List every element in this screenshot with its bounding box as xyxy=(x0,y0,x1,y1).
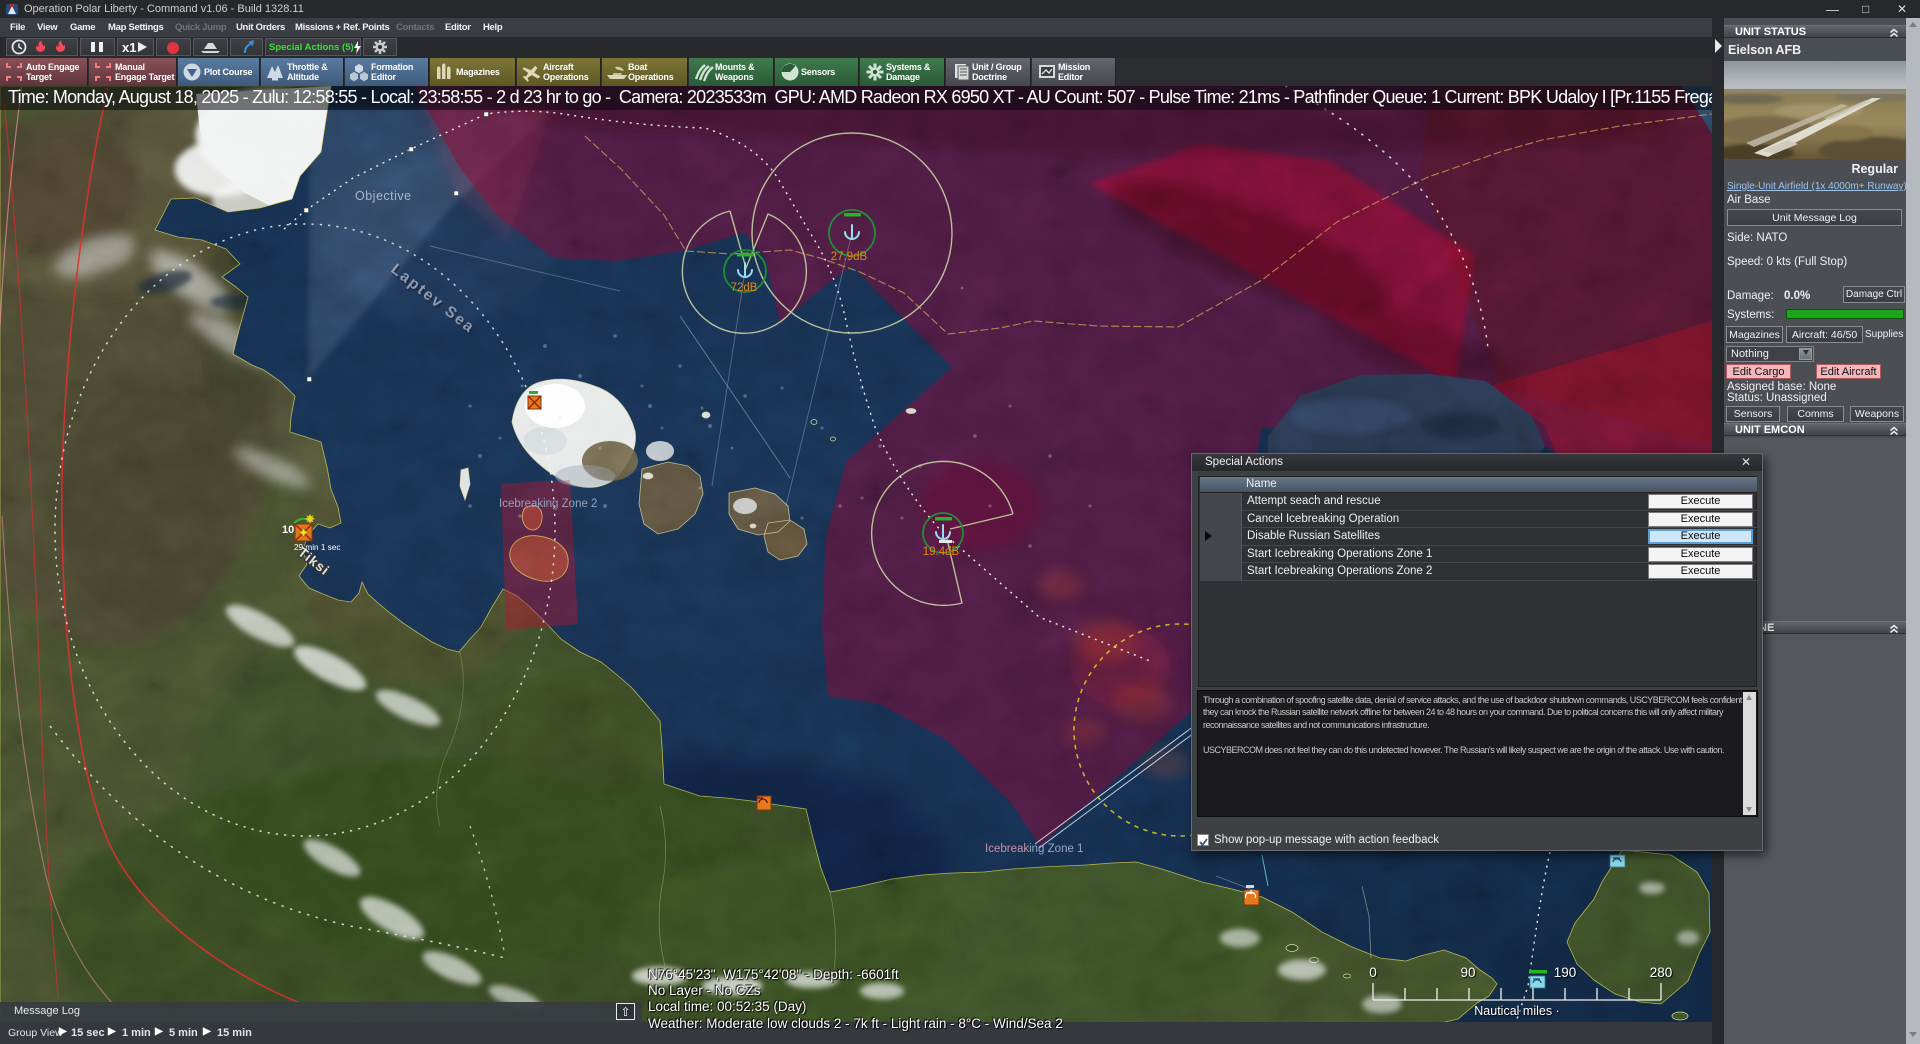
svg-text:29 min 1 sec: 29 min 1 sec xyxy=(294,543,340,552)
svg-text:0: 0 xyxy=(1369,965,1377,980)
svg-text:190: 190 xyxy=(1554,965,1577,980)
svg-text:27.9dB: 27.9dB xyxy=(831,251,868,263)
svg-text:Icebreaking Zone 2: Icebreaking Zone 2 xyxy=(499,498,597,510)
svg-text:10: 10 xyxy=(282,524,294,536)
svg-text:90: 90 xyxy=(1460,965,1475,980)
svg-text:19.4dB: 19.4dB xyxy=(923,546,960,558)
svg-text:Objective: Objective xyxy=(355,189,412,203)
svg-text:72dB: 72dB xyxy=(731,282,758,294)
svg-text:280: 280 xyxy=(1650,965,1673,980)
svg-text:Icebreaking Zone 1: Icebreaking Zone 1 xyxy=(985,843,1083,855)
svg-text:Nautical miles ·: Nautical miles · xyxy=(1474,1004,1559,1018)
